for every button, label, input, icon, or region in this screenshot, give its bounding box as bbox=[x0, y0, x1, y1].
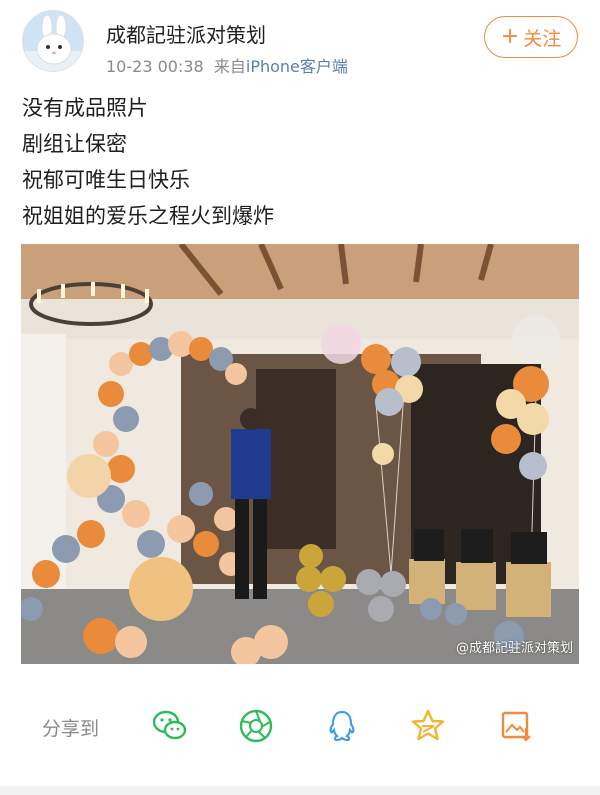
share-wechat-button[interactable] bbox=[150, 706, 190, 746]
follow-button[interactable]: + 关注 bbox=[484, 16, 578, 58]
post-header: 成都記驻派对策划 10-23 00:38 来自iPhone客户端 + 关注 bbox=[0, 0, 600, 86]
bunny-avatar-icon bbox=[23, 11, 83, 71]
avatar[interactable] bbox=[22, 10, 84, 72]
source-prefix: 来自 bbox=[213, 57, 246, 76]
post-line: 剧组让保密 bbox=[22, 132, 127, 156]
share-qzone-button[interactable] bbox=[408, 706, 448, 746]
share-save-image-button[interactable] bbox=[496, 706, 536, 746]
post-body: 没有成品照片 剧组让保密 祝郁可唯生日快乐 祝姐姐的爱乐之程火到爆炸 bbox=[22, 90, 578, 234]
post-photo[interactable]: @成都記驻派对策划 bbox=[21, 244, 579, 664]
balloon-party-photo bbox=[21, 244, 579, 664]
source-link[interactable]: iPhone客户端 bbox=[246, 57, 348, 76]
moments-icon bbox=[239, 709, 273, 743]
qq-icon bbox=[329, 710, 355, 742]
share-label: 分享到 bbox=[42, 718, 100, 740]
qzone-icon bbox=[411, 709, 445, 741]
wechat-icon bbox=[152, 710, 187, 740]
photo-watermark: @成都記驻派对策划 bbox=[455, 641, 573, 656]
follow-label: 关注 bbox=[523, 27, 562, 50]
post-line: 没有成品照片 bbox=[22, 96, 148, 120]
post-line: 祝郁可唯生日快乐 bbox=[22, 168, 190, 192]
author-name[interactable]: 成都記驻派对策划 bbox=[106, 19, 266, 48]
plus-icon: + bbox=[500, 24, 520, 49]
post-meta: 10-23 00:38 来自iPhone客户端 bbox=[106, 53, 348, 77]
bottom-divider bbox=[0, 786, 600, 795]
share-bar: 分享到 bbox=[0, 700, 600, 752]
post-line: 祝姐姐的爱乐之程火到爆炸 bbox=[22, 204, 274, 228]
save-image-icon bbox=[501, 711, 531, 742]
timestamp: 10-23 00:38 bbox=[106, 57, 204, 76]
share-qq-button[interactable] bbox=[322, 706, 362, 746]
share-moments-button[interactable] bbox=[236, 706, 276, 746]
